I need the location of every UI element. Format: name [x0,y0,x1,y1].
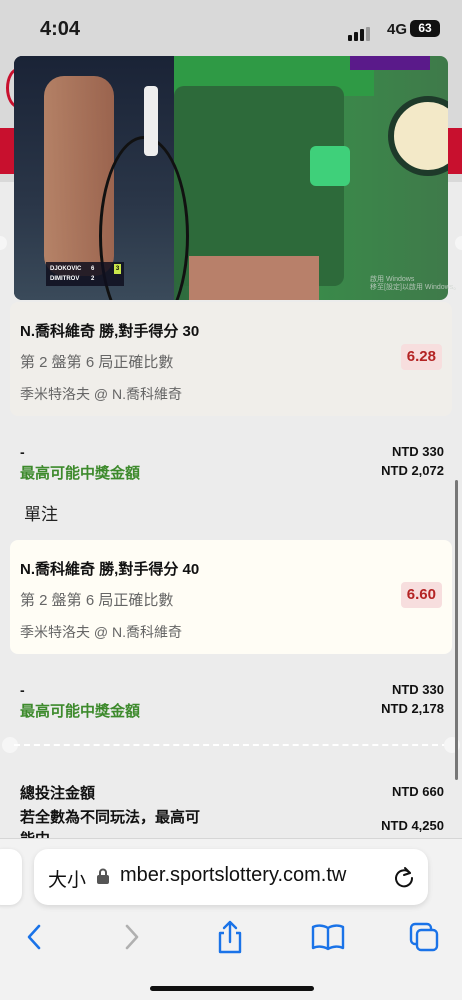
share-button[interactable] [210,917,250,957]
status-bar: 4:04 4G 63 [0,0,462,56]
page-settings-button[interactable]: 大小 [48,865,86,892]
clock-image [388,96,448,176]
scoreboard: DJOKOVIC 6 DIMITROV 2 3 [46,262,124,286]
signal-icon [348,23,372,41]
prize-amount: NTD 2,178 [381,701,444,716]
score-points: 3 [114,264,121,274]
total-stake-value: NTD 660 [391,784,444,799]
network-type: 4G [386,21,407,38]
bet-market: 第 2 盤第 6 局正確比數 [20,592,174,609]
video-watermark: 啟用 Windows 移至[設定]以啟用 Windows。 [370,276,461,291]
address-bar[interactable]: 大小 mber.sportslottery.com.tw [34,849,428,905]
lock-icon [97,868,109,884]
reload-icon[interactable] [392,865,416,889]
bet-match: 季米特洛夫 @ N.喬科維奇 [20,624,182,640]
share-icon [218,920,242,954]
bet-card[interactable]: N.喬科維奇 勝,對手得分 40 第 2 盤第 6 局正確比數 季米特洛夫 @ … [10,540,452,654]
tabs-icon [409,922,439,952]
prize-amount: NTD 2,072 [381,463,444,478]
max-prize-label-cont: 能中 [20,828,50,838]
single-bet-label: 單注 [24,505,58,524]
odds-badge: 6.28 [400,344,442,370]
bet-selection: N.喬科維奇 勝,對手得分 40 [20,561,200,578]
url-text[interactable]: mber.sportslottery.com.tw [120,864,346,887]
total-stake-label: 總投注金額 [20,785,96,802]
status-time: 4:04 [40,18,81,40]
prize-label: 最高可能中獎金額 [20,703,141,720]
bet-selection: N.喬科維奇 勝,對手得分 30 [20,323,200,340]
prize-row: 最高可能中獎金額 NTD 2,178 [20,700,444,721]
prize-row: 最高可能中獎金額 NTD 2,072 [20,462,444,483]
chevron-left-icon [27,924,41,950]
stake-amount[interactable]: NTD 330 [392,444,444,459]
forward-button[interactable] [112,917,152,957]
max-prize-value: NTD 4,250 [381,818,444,833]
odds-badge: 6.60 [400,582,442,608]
home-indicator [150,986,314,991]
back-button[interactable] [14,917,54,957]
tabs-button[interactable] [404,917,444,957]
dashed-divider [14,744,448,746]
bet-card[interactable]: N.喬科維奇 勝,對手得分 30 第 2 盤第 6 局正確比數 季米特洛夫 @ … [10,302,452,416]
bookmarks-button[interactable] [308,917,348,957]
stake-row: - NTD 330 [20,444,444,460]
chevron-right-icon [125,924,139,950]
scrollbar[interactable] [455,480,458,780]
battery-icon: 63 [410,20,440,37]
book-icon [311,924,345,951]
prize-label: 最高可能中獎金額 [20,465,141,482]
previous-tab-preview[interactable] [0,849,22,905]
max-prize-label: 若全數為不同玩法，最高可 [20,809,201,826]
stake-row: - NTD 330 [20,682,444,698]
panel-notch-right [455,236,462,250]
bet-match: 季米特洛夫 @ N.喬科維奇 [20,386,182,402]
browser-toolbar: 大小 mber.sportslottery.com.tw [0,838,462,1000]
bet-market: 第 2 盤第 6 局正確比數 [20,354,174,371]
stake-amount[interactable]: NTD 330 [392,682,444,697]
